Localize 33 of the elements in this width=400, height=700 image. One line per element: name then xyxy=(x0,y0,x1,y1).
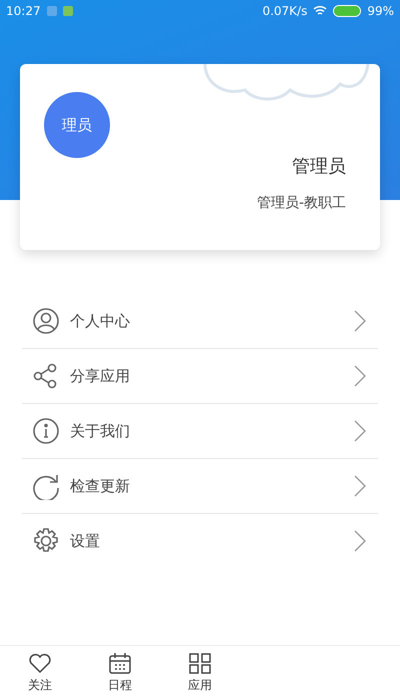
refresh-icon xyxy=(32,472,60,500)
chevron-right-icon xyxy=(354,420,366,442)
battery-icon xyxy=(333,5,362,17)
chevron-right-icon xyxy=(354,475,366,497)
tab[interactable]: 日程 xyxy=(80,646,160,700)
tab[interactable]: 应用 xyxy=(160,646,240,700)
menu-label: 个人中心 xyxy=(70,312,131,330)
network-speed: 0.07K/s xyxy=(262,4,308,18)
menu-item[interactable]: 设置 xyxy=(22,514,378,568)
menu-item[interactable]: 分享应用 xyxy=(22,349,378,404)
user-name: 管理员 xyxy=(292,155,346,178)
tab[interactable]: 关注 xyxy=(0,646,80,700)
menu-item[interactable]: 个人中心 xyxy=(22,294,378,349)
info-icon xyxy=(32,417,60,445)
wifi-icon xyxy=(313,5,328,17)
battery-percent: 99% xyxy=(367,4,394,18)
grid-icon xyxy=(188,652,212,674)
calendar-icon xyxy=(108,652,132,674)
clock: 10:27 xyxy=(6,4,41,18)
heart-icon xyxy=(28,652,52,674)
menu-label: 分享应用 xyxy=(70,366,131,386)
avatar: 理员 xyxy=(44,92,110,158)
chevron-right-icon xyxy=(354,365,366,387)
person-icon xyxy=(32,307,60,335)
menu-label: 关于我们 xyxy=(70,422,131,440)
menu-label: 设置 xyxy=(70,532,101,550)
menu-item[interactable]: 检查更新 xyxy=(22,459,378,514)
user-role: 管理员-教职工 xyxy=(256,194,346,212)
chevron-right-icon xyxy=(354,310,366,332)
menu-item[interactable]: 关于我们 xyxy=(22,404,378,459)
settings-icon xyxy=(32,527,60,555)
chevron-right-icon xyxy=(354,530,366,552)
menu-label: 检查更新 xyxy=(70,476,131,496)
